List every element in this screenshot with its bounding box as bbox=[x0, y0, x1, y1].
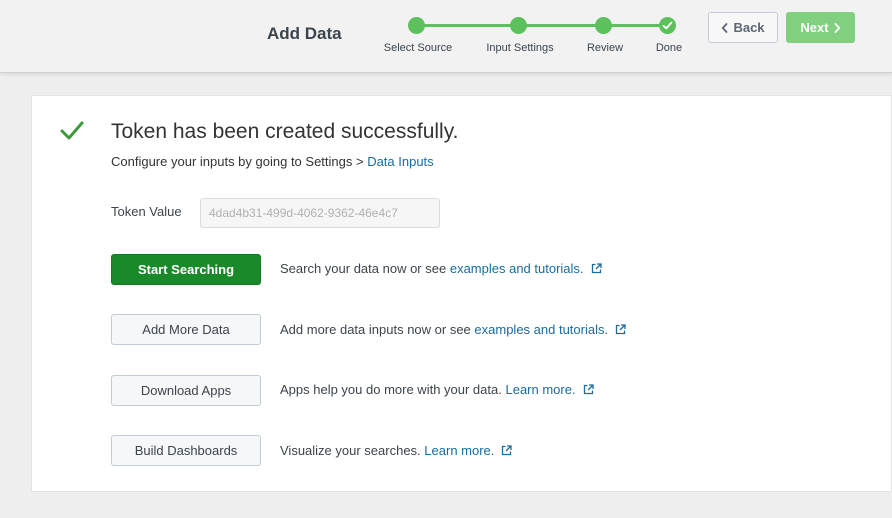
build-dashboards-text: Visualize your searches. bbox=[280, 443, 421, 458]
step-label-done: Done bbox=[655, 42, 683, 54]
step-label-input-settings: Input Settings bbox=[486, 42, 554, 54]
start-searching-description: Search your data now or see examples and… bbox=[280, 261, 602, 276]
external-link-icon[interactable] bbox=[501, 445, 513, 456]
step-dot-review bbox=[595, 17, 612, 34]
checkmark-icon bbox=[662, 21, 673, 30]
learn-more-link[interactable]: Learn more. bbox=[424, 443, 494, 458]
step-dot-input-settings bbox=[510, 17, 527, 34]
back-button-label: Back bbox=[733, 20, 765, 35]
download-apps-button[interactable]: Download Apps bbox=[111, 375, 261, 406]
step-dot-done bbox=[659, 17, 676, 34]
top-bar: Add Data Select Source Input Settings Re… bbox=[0, 0, 892, 73]
chevron-left-icon bbox=[722, 22, 728, 33]
success-check-icon bbox=[60, 121, 84, 140]
add-more-data-description: Add more data inputs now or see examples… bbox=[280, 322, 626, 337]
build-dashboards-description: Visualize your searches. Learn more. bbox=[280, 443, 513, 458]
back-button[interactable]: Back bbox=[708, 12, 778, 43]
token-value-label: Token Value bbox=[111, 204, 182, 219]
download-apps-text: Apps help you do more with your data. bbox=[280, 382, 502, 397]
start-searching-button[interactable]: Start Searching bbox=[111, 254, 261, 285]
start-searching-text: Search your data now or see bbox=[280, 261, 447, 276]
examples-tutorials-link[interactable]: examples and tutorials. bbox=[450, 261, 584, 276]
add-more-data-text: Add more data inputs now or see bbox=[280, 322, 471, 337]
next-button-label: Next bbox=[800, 20, 829, 35]
settings-hint-text: Configure your inputs by going to Settin… bbox=[111, 154, 368, 169]
build-dashboards-button[interactable]: Build Dashboards bbox=[111, 435, 261, 466]
external-link-icon[interactable] bbox=[591, 263, 602, 274]
step-label-select-source: Select Source bbox=[383, 42, 453, 54]
external-link-icon[interactable] bbox=[615, 324, 626, 335]
next-button[interactable]: Next bbox=[786, 12, 855, 43]
step-label-review: Review bbox=[586, 42, 624, 54]
step-connector bbox=[417, 24, 519, 27]
download-apps-description: Apps help you do more with your data. Le… bbox=[280, 382, 594, 397]
learn-more-link[interactable]: Learn more. bbox=[505, 382, 575, 397]
step-dot-select-source bbox=[408, 17, 425, 34]
examples-tutorials-link[interactable]: examples and tutorials. bbox=[474, 322, 608, 337]
data-inputs-link[interactable]: Data Inputs bbox=[367, 154, 434, 169]
settings-hint: Configure your inputs by going to Settin… bbox=[111, 154, 434, 169]
success-title: Token has been created successfully. bbox=[111, 120, 459, 143]
external-link-icon[interactable] bbox=[583, 384, 594, 395]
token-value-field[interactable]: 4dad4b31-499d-4062-9362-46e4c7 bbox=[200, 198, 440, 228]
step-connector bbox=[519, 24, 604, 27]
chevron-right-icon bbox=[834, 22, 840, 33]
add-more-data-button[interactable]: Add More Data bbox=[111, 314, 261, 345]
